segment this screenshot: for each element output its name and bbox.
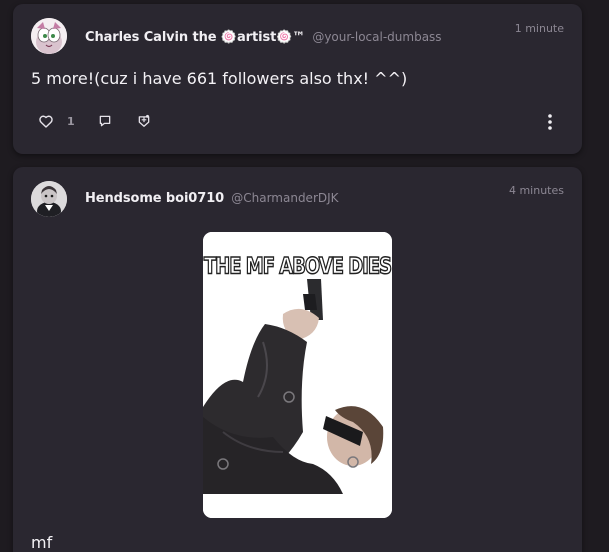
avatar-image bbox=[31, 18, 67, 54]
author-handle[interactable]: @CharmanderDJK bbox=[231, 191, 338, 205]
post-timestamp[interactable]: 1 minute bbox=[515, 22, 564, 35]
like-button[interactable]: 1 bbox=[39, 115, 75, 128]
reply-button[interactable] bbox=[98, 114, 112, 128]
avatar[interactable] bbox=[31, 181, 67, 217]
post-body-text: 5 more!(cuz i have 661 followers also th… bbox=[31, 69, 408, 88]
avatar-image bbox=[31, 181, 67, 217]
author-handle[interactable]: @your-local-dumbass bbox=[312, 30, 441, 44]
boost-icon bbox=[138, 114, 149, 127]
post-actions: 1 bbox=[39, 114, 151, 128]
like-count: 1 bbox=[67, 114, 75, 128]
author-display-name[interactable]: Charles Calvin the 🍥artist🍥™ bbox=[85, 30, 305, 45]
post-media-image[interactable]: THE MF ABOVE DIES bbox=[203, 232, 392, 518]
post-header: Charles Calvin the 🍥artist🍥™ @your-local… bbox=[85, 30, 442, 45]
heart-icon bbox=[39, 115, 53, 128]
post-body-text: mf bbox=[31, 533, 53, 552]
more-options-button[interactable] bbox=[548, 114, 552, 134]
post-card[interactable]: Hendsome boi0710 @CharmanderDJK 4 minute… bbox=[13, 167, 582, 552]
meme-caption: THE MF ABOVE DIES bbox=[203, 253, 392, 281]
author-display-name[interactable]: Hendsome boi0710 bbox=[85, 191, 224, 206]
post-timestamp[interactable]: 4 minutes bbox=[509, 184, 564, 197]
more-vertical-icon bbox=[548, 114, 552, 130]
timeline-feed: Charles Calvin the 🍥artist🍥™ @your-local… bbox=[0, 0, 609, 552]
post-card[interactable]: Charles Calvin the 🍥artist🍥™ @your-local… bbox=[13, 4, 582, 154]
post-header: Hendsome boi0710 @CharmanderDJK bbox=[85, 191, 339, 206]
avatar[interactable] bbox=[31, 18, 67, 54]
reply-icon bbox=[99, 115, 110, 127]
boost-button[interactable] bbox=[137, 114, 151, 128]
